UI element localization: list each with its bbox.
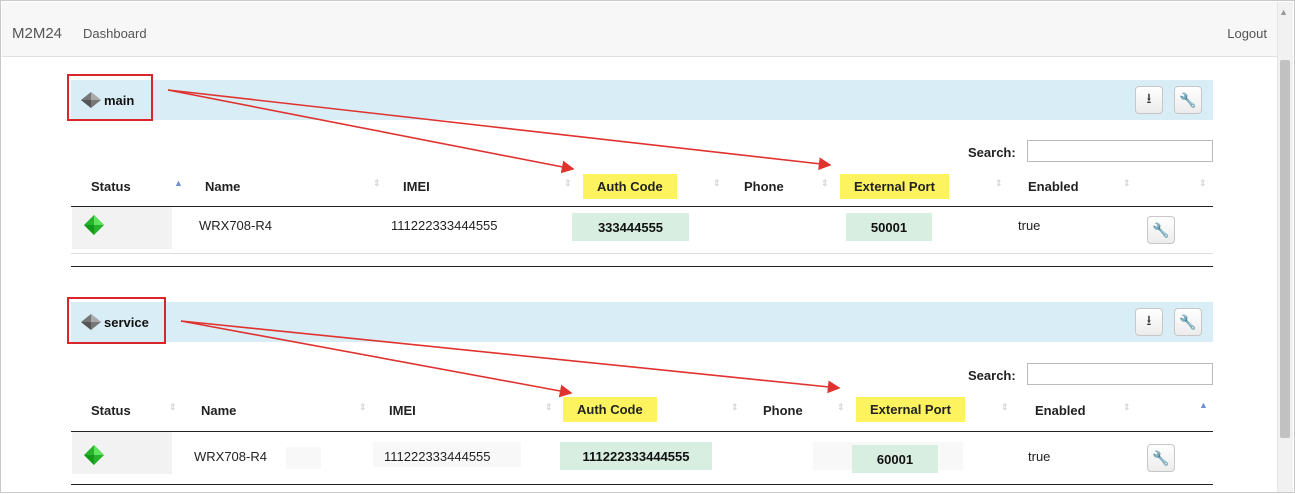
green-diamond-icon <box>84 445 104 465</box>
table-header-divider <box>71 431 1213 432</box>
col-header-phone[interactable]: Phone <box>763 403 803 418</box>
wrench-icon: 🔧 <box>1152 449 1170 466</box>
col-header-enabled[interactable]: Enabled <box>1035 403 1086 418</box>
green-diamond-icon <box>84 215 104 235</box>
scroll-thumb[interactable] <box>1280 60 1290 438</box>
wrench-icon: 🔧 <box>1179 313 1197 330</box>
browser-viewport: M2M24 Dashboard Logout ▲ main ⭳ 🔧 Search… <box>0 0 1295 493</box>
sort-icon[interactable]: ⇕ <box>731 402 739 413</box>
col-header-status[interactable]: Status <box>91 403 131 418</box>
device-name: WRX708-R4 <box>194 449 267 464</box>
table-header-divider <box>71 206 1213 207</box>
download-icon: ⭳ <box>1146 312 1152 328</box>
device-imei: 111222333444555 <box>391 218 498 233</box>
vertical-scrollbar[interactable]: ▲ <box>1277 2 1293 492</box>
device-auth-code: 333444555 <box>572 213 689 241</box>
sort-icon[interactable]: ⇕ <box>545 402 553 413</box>
col-header-name[interactable]: Name <box>201 403 236 418</box>
device-settings-button[interactable]: 🔧 <box>1147 444 1175 472</box>
col-header-name[interactable]: Name <box>205 179 240 194</box>
row-divider <box>71 253 1213 254</box>
col-header-status[interactable]: Status <box>91 179 131 194</box>
brand-link[interactable]: M2M24 <box>12 25 62 42</box>
search-input[interactable] <box>1027 363 1213 385</box>
sort-icon[interactable]: ⇕ <box>713 178 721 189</box>
download-button[interactable]: ⭳ <box>1135 308 1163 336</box>
annotation-box-service <box>67 297 166 344</box>
sort-icon[interactable]: ⇕ <box>1199 178 1207 189</box>
group-settings-button[interactable]: 🔧 <box>1174 308 1202 336</box>
col-header-auth-code[interactable]: Auth Code <box>583 174 677 199</box>
col-header-auth-code[interactable]: Auth Code <box>563 397 657 422</box>
device-external-port: 50001 <box>846 213 932 241</box>
device-external-port: 60001 <box>852 445 938 473</box>
sort-asc-icon[interactable]: ▲ <box>1199 400 1208 410</box>
sort-icon[interactable]: ⇕ <box>359 402 367 413</box>
search-input[interactable] <box>1027 140 1213 162</box>
logout-link[interactable]: Logout <box>1227 26 1267 41</box>
wrench-icon: 🔧 <box>1179 91 1197 108</box>
sort-icon[interactable]: ⇕ <box>564 178 572 189</box>
sort-icon[interactable]: ⇕ <box>1123 402 1131 413</box>
col-header-external-port[interactable]: External Port <box>840 174 949 199</box>
annotation-box-main <box>67 74 153 121</box>
sort-asc-icon[interactable]: ▲ <box>174 178 183 188</box>
search-label: Search: <box>968 145 1016 160</box>
sort-icon[interactable]: ⇕ <box>169 402 177 413</box>
wrench-icon: 🔧 <box>1152 221 1170 238</box>
dashboard-link[interactable]: Dashboard <box>83 26 147 41</box>
scroll-up-arrow-icon[interactable]: ▲ <box>1279 7 1288 17</box>
sort-icon[interactable]: ⇕ <box>837 402 845 413</box>
sort-icon[interactable]: ⇕ <box>995 178 1003 189</box>
device-imei: 111222333444555 <box>384 449 491 464</box>
device-settings-button[interactable]: 🔧 <box>1147 216 1175 244</box>
device-enabled: true <box>1018 218 1041 233</box>
search-label: Search: <box>968 368 1016 383</box>
navbar: M2M24 Dashboard Logout <box>2 2 1279 57</box>
cell-background <box>286 447 321 469</box>
group-settings-button[interactable]: 🔧 <box>1174 86 1202 114</box>
col-header-imei[interactable]: IMEI <box>403 179 430 194</box>
col-header-external-port[interactable]: External Port <box>856 397 965 422</box>
device-auth-code: 111222333444555 <box>560 442 712 470</box>
table-bottom-border <box>71 266 1213 267</box>
sort-icon[interactable]: ⇕ <box>373 178 381 189</box>
sort-icon[interactable]: ⇕ <box>821 178 829 189</box>
col-header-phone[interactable]: Phone <box>744 179 784 194</box>
download-button[interactable]: ⭳ <box>1135 86 1163 114</box>
col-header-enabled[interactable]: Enabled <box>1028 179 1079 194</box>
table-bottom-border <box>71 484 1213 485</box>
col-header-imei[interactable]: IMEI <box>389 403 416 418</box>
download-icon: ⭳ <box>1146 90 1152 106</box>
device-enabled: true <box>1028 449 1051 464</box>
group-header-service: service ⭳ 🔧 <box>71 302 1213 342</box>
group-header-main: main ⭳ 🔧 <box>71 80 1213 120</box>
sort-icon[interactable]: ⇕ <box>1001 402 1009 413</box>
device-name: WRX708-R4 <box>199 218 272 233</box>
sort-icon[interactable]: ⇕ <box>1123 178 1131 189</box>
